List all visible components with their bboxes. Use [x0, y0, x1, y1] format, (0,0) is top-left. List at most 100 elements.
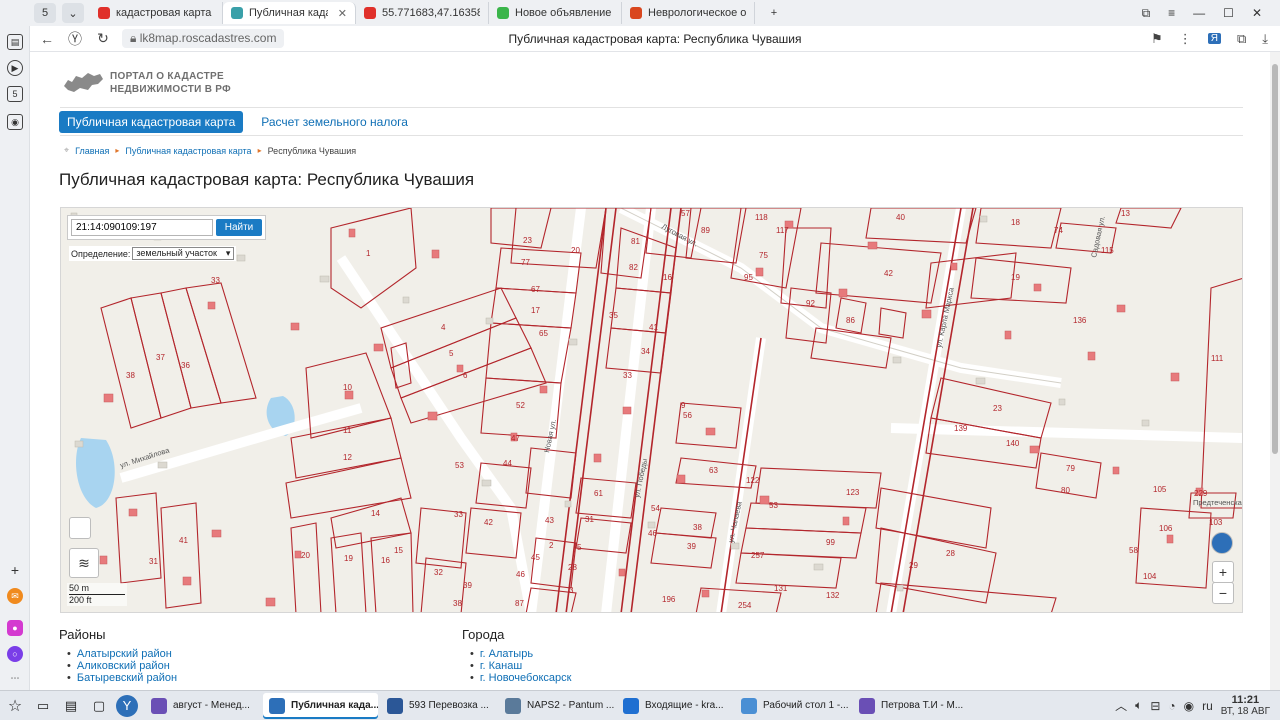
menu-land-tax[interactable]: Расчет земельного налога	[253, 111, 416, 133]
performance-icon[interactable]: ◔	[1168, 699, 1175, 713]
tab-count-button[interactable]: 5	[34, 3, 56, 23]
maximize-icon[interactable]: ☐	[1223, 6, 1234, 21]
update-icon[interactable]: ◉	[1184, 699, 1194, 713]
task-label: Публичная када...	[291, 700, 378, 711]
building	[1166, 534, 1174, 544]
browser-tab[interactable]: Новое объявление — Об	[489, 2, 622, 24]
taskbar-task[interactable]: Рабочий стол 1 -...	[735, 693, 850, 719]
building	[1058, 398, 1066, 406]
find-button[interactable]: Найти	[216, 219, 262, 236]
taskbar-task[interactable]: Входящие - kra...	[617, 693, 732, 719]
building	[730, 542, 740, 550]
breadcrumb-home[interactable]: Главная	[75, 146, 109, 156]
breadcrumb-map[interactable]: Публичная кадастровая карта	[125, 146, 251, 156]
zoom-out-button[interactable]: −	[1212, 582, 1234, 604]
parcel-number: 37	[156, 353, 165, 362]
file-manager-icon[interactable]: ▤	[60, 695, 82, 717]
browser-tab[interactable]: Неврологическое отделе	[622, 2, 755, 24]
mail-app-icon[interactable]: ✉	[7, 588, 23, 604]
building	[593, 453, 602, 463]
messenger-icon[interactable]: ●	[7, 620, 23, 636]
city-link[interactable]: г. Канаш	[470, 660, 571, 672]
district-link[interactable]: Батыревский район	[67, 672, 177, 684]
more-icon[interactable]: ⋯	[7, 670, 23, 686]
parcel-number: 46	[648, 529, 657, 538]
cadastral-map[interactable]: 1 33 38 37 36 10 11 12 14 4 5 6 23 20 77 67 17 65 52 47 44 53…	[60, 207, 1243, 613]
start-menu-icon[interactable]: ☆	[4, 695, 26, 717]
browser-tab[interactable]: Публичная кадастровая ✕	[223, 2, 356, 24]
language-indicator[interactable]: ru	[1202, 699, 1213, 713]
extensions-icon[interactable]: ⧉	[1237, 31, 1246, 47]
clock[interactable]: 11:21 ВТ, 18 АВГ	[1221, 694, 1270, 717]
site-logo[interactable]: ПОРТАЛ О КАДАСТРЕ НЕДВИЖИМОСТИ В РФ	[62, 70, 231, 96]
building	[539, 385, 548, 394]
window-switcher-icon[interactable]: ▭	[32, 695, 54, 717]
bookmark-icon[interactable]: ⚑	[1151, 31, 1163, 47]
minimize-icon[interactable]: —	[1193, 6, 1205, 21]
page-scrollbar[interactable]	[1270, 52, 1280, 690]
tab-actions-icon[interactable]: ⧉	[1142, 6, 1151, 21]
close-tab-icon[interactable]: ✕	[338, 7, 347, 20]
hamburger-menu-icon[interactable]: ≡	[1168, 6, 1175, 21]
parcel-number: 118	[755, 213, 768, 222]
parcel-number: 19	[1011, 273, 1020, 282]
district-link[interactable]: Аликовский район	[67, 660, 177, 672]
collections-icon[interactable]: ▤	[7, 34, 23, 50]
tray-expand-icon[interactable]: ︿	[1115, 697, 1127, 714]
parcel-number: 28	[568, 563, 577, 572]
parcel-number: 57	[681, 209, 690, 218]
zoom-in-button[interactable]: +	[1212, 561, 1234, 583]
task-label: NAPS2 - Pantum ...	[527, 700, 614, 711]
taskbar-task[interactable]: август - Менед...	[145, 693, 260, 719]
close-window-icon[interactable]: ✕	[1252, 6, 1262, 21]
url-field[interactable]: 🔒︎ lk8map.roscadastres.com	[122, 29, 285, 48]
city-link[interactable]: г. Алатырь	[470, 648, 571, 660]
browser-tab[interactable]: кадастровая карта публи	[90, 2, 223, 24]
building	[676, 474, 686, 484]
parcel-number: 33	[623, 371, 632, 380]
parcel-number: 82	[629, 263, 638, 272]
definition-select[interactable]: земельный участок ▾	[132, 247, 235, 260]
yandex-browser-icon[interactable]: Y	[116, 694, 138, 717]
map-search-panel: Найти	[67, 215, 266, 240]
more-icon[interactable]: ⋮	[1179, 31, 1192, 47]
map-canvas[interactable]: 1333837361011121445623207767176552474453…	[61, 208, 1243, 613]
building	[74, 440, 84, 448]
add-icon[interactable]: +	[7, 562, 23, 578]
tab-menu-chevron-icon[interactable]: ⌄	[62, 3, 84, 23]
task-app-icon	[269, 697, 285, 714]
reload-icon[interactable]: ↻	[92, 30, 114, 47]
download-icon[interactable]: ⤓	[1262, 31, 1268, 47]
taskbar-task[interactable]: 593 Перевозка ...	[381, 693, 496, 719]
assistant-icon[interactable]: ○	[7, 646, 23, 662]
translate-icon[interactable]: Я	[1207, 33, 1221, 44]
geolocation-button[interactable]	[1211, 532, 1233, 554]
folder-icon[interactable]: ▢	[88, 695, 110, 717]
parcel-number: 54	[651, 504, 660, 513]
city-link[interactable]: г. Новочебоксарск	[470, 672, 572, 684]
new-tab-icon[interactable]: +	[763, 3, 785, 23]
building	[950, 262, 958, 271]
parcel-number: 115	[1101, 246, 1114, 255]
cadastral-number-input[interactable]	[71, 219, 213, 236]
taskbar-task[interactable]: Петрова Т.И - М...	[853, 693, 968, 719]
district-link[interactable]: Алатырский район	[67, 648, 177, 660]
network-icon[interactable]: ⊟	[1150, 699, 1160, 713]
layers-icon[interactable]: ≋	[69, 548, 99, 578]
task-app-icon	[151, 697, 167, 714]
taskbar-task[interactable]: NAPS2 - Pantum ...	[499, 693, 614, 719]
bookmark-5-icon[interactable]: 5	[7, 86, 23, 102]
back-icon[interactable]: ←	[36, 31, 58, 47]
browser-tab[interactable]: 55.771683,47.163584 — Я	[356, 2, 489, 24]
yandex-icon[interactable]: Ⓨ	[64, 29, 86, 49]
parcel-number: 53	[769, 501, 778, 510]
building	[128, 508, 138, 517]
scroll-thumb[interactable]	[1272, 64, 1278, 454]
camera-icon[interactable]: ◉	[7, 114, 23, 130]
fullscreen-button[interactable]	[69, 517, 91, 539]
play-icon[interactable]: ▶	[7, 60, 23, 76]
volume-icon[interactable]: 🔈︎	[1135, 698, 1142, 713]
taskbar-task[interactable]: Публичная када...	[263, 692, 378, 719]
menu-cadastral-map[interactable]: Публичная кадастровая карта	[59, 111, 244, 133]
task-app-icon	[387, 697, 403, 714]
